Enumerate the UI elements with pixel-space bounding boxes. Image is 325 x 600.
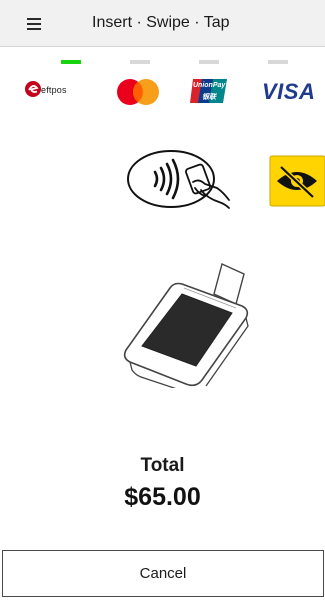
- mastercard-logo-icon: [117, 79, 159, 105]
- cancel-button[interactable]: Cancel: [2, 550, 324, 597]
- total-amount: $65.00: [124, 483, 201, 511]
- payment-screen: Insert · Swipe · Tap eftpos UnionPay 银联 …: [0, 0, 325, 600]
- hamburger-menu-icon-bar: [27, 23, 41, 25]
- contactless-tap-icon: [127, 150, 230, 209]
- unionpay-logo-chinese-text: 银联: [202, 94, 216, 101]
- eftpos-logo-icon: [25, 81, 41, 97]
- hamburger-menu-icon-bar: [27, 28, 41, 30]
- eftpos-logo-text: eftpos: [41, 85, 67, 95]
- hamburger-menu-icon: [27, 18, 41, 20]
- page-title: Insert · Swipe · Tap: [92, 14, 230, 31]
- eftpos-indicator: [61, 60, 81, 64]
- visa-logo-text: VISA: [262, 79, 316, 104]
- unionpay-logo-text: UnionPay: [193, 82, 226, 89]
- eye-slash-accessibility-icon[interactable]: [269, 155, 325, 207]
- menu-button[interactable]: [24, 16, 46, 32]
- app-header: Insert · Swipe · Tap: [0, 0, 325, 47]
- payment-terminal-icon: [123, 263, 249, 388]
- unionpay-indicator: [199, 60, 219, 64]
- total-label: Total: [140, 455, 185, 476]
- cancel-button-label: Cancel: [139, 565, 187, 582]
- visa-indicator: [268, 60, 288, 64]
- mastercard-indicator: [130, 60, 150, 64]
